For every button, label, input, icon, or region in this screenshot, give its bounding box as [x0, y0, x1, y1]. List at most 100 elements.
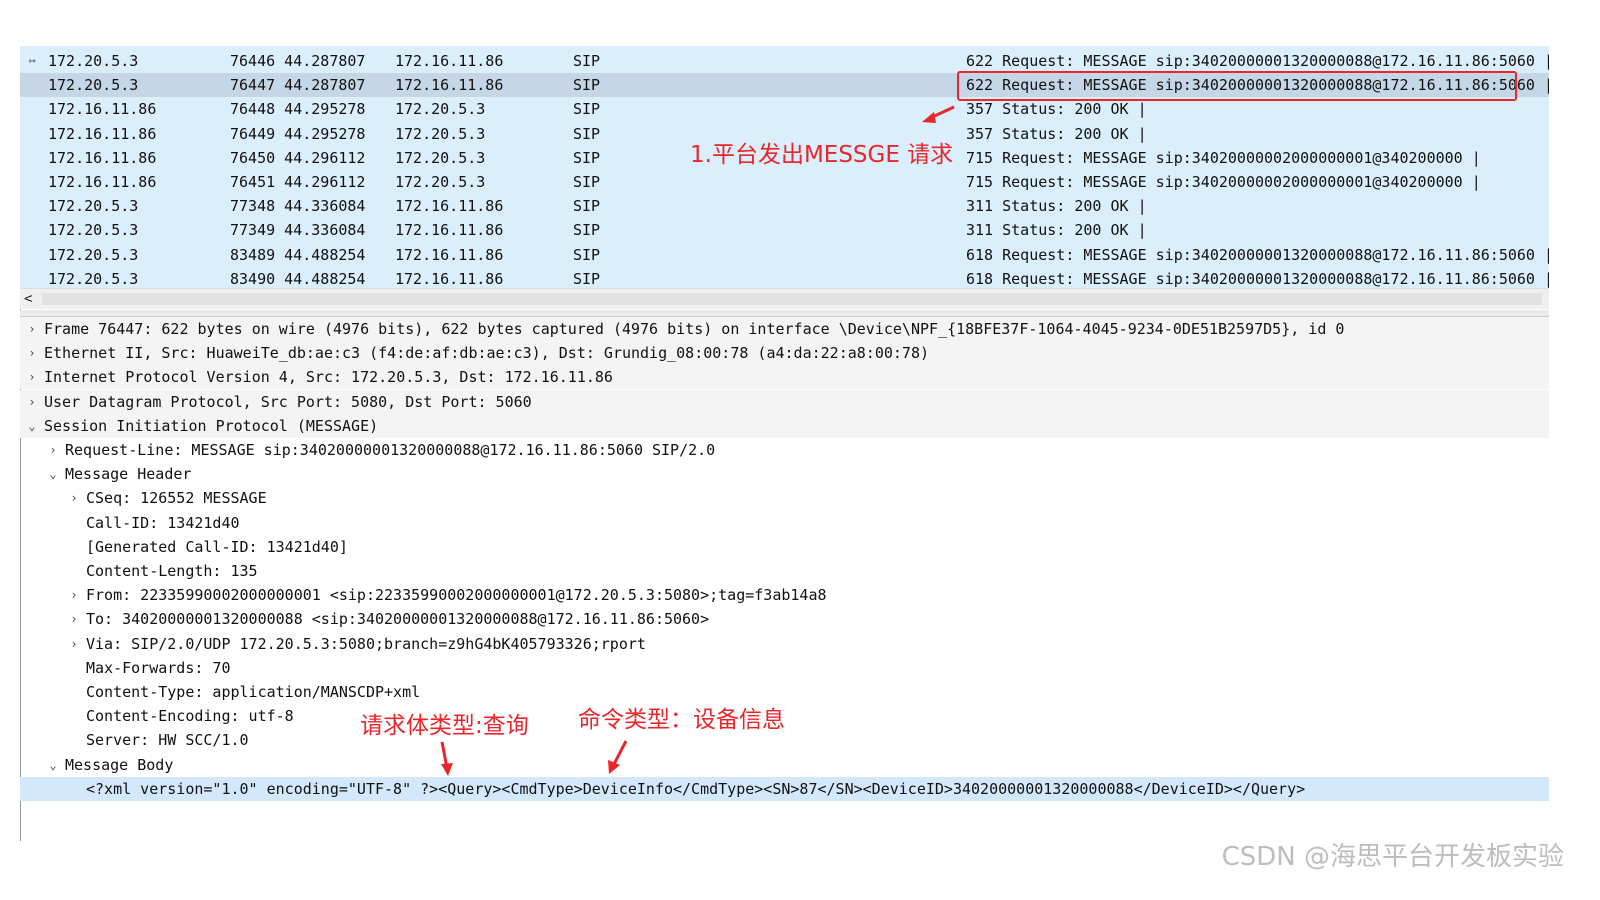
tree-row[interactable]: › Via: SIP/2.0/UDP 172.20.5.3:5080;branch…	[20, 632, 1549, 656]
tree-row[interactable]: › Internet Protocol Version 4, Src: 172.2…	[20, 365, 1549, 390]
protocol-cell: SIP	[573, 197, 601, 216]
source-cell: 172.20.5.3	[48, 76, 139, 95]
protocol-cell: SIP	[573, 52, 601, 70]
packet-row[interactable]: 172.16.11.86 76451 44.296112 172.20.5.3 SIP…	[20, 170, 1549, 194]
protocol-cell: SIP	[573, 76, 601, 95]
tree-row-label: Content-Length: 135	[86, 562, 258, 580]
info-cell: 311 Status: 200 OK |	[966, 197, 1147, 216]
scroll-left-arrow-icon[interactable]: <	[24, 289, 32, 309]
chevron-right-icon[interactable]: ›	[68, 583, 80, 607]
tree-row[interactable]: › User Datagram Protocol, Src Port: 5080,…	[20, 389, 1549, 414]
protocol-cell: SIP	[573, 245, 601, 264]
annotation-body-type: 请求体类型:查询	[360, 713, 529, 739]
packet-row[interactable]: 172.20.5.3 83490 44.488254 172.16.11.86 SIP…	[20, 266, 1549, 288]
tree-row-label: Internet Protocol Version 4, Src: 172.20…	[44, 368, 613, 387]
chevron-down-icon[interactable]: ⌄	[26, 414, 38, 438]
tree-row-label: From: 22335990002000000001 <sip:22335990…	[86, 586, 827, 605]
info-cell: 311 Status: 200 OK |	[966, 221, 1147, 240]
info-cell: 357 Status: 200 OK |	[966, 124, 1147, 143]
tree-row[interactable]: <?xml version="1.0" encoding="UTF-8" ?><…	[20, 776, 1549, 801]
number-time-cell: 76451 44.296112	[230, 173, 366, 191]
info-cell: 618 Request: MESSAGE sip:340200000013200…	[966, 245, 1549, 264]
chevron-right-icon[interactable]: ›	[68, 632, 80, 656]
tree-row-label: Call-ID: 13421d40	[86, 513, 240, 532]
tree-row-label: Content-Type: application/MANSCDP+xml	[86, 683, 421, 701]
tree-row[interactable]: Content-Length: 135	[20, 559, 1549, 583]
tree-row-label: Message Header	[65, 465, 192, 484]
related-packet-icon: ↦	[29, 54, 36, 67]
destination-cell: 172.16.11.86	[395, 221, 504, 240]
chevron-down-icon[interactable]: ⌄	[47, 753, 59, 777]
destination-cell: 172.16.11.86	[395, 76, 504, 95]
packet-row[interactable]: ↦ 172.20.5.3 76446 44.287807 172.16.11.86 SI…	[20, 49, 1549, 73]
protocol-cell: SIP	[573, 100, 601, 119]
tree-row[interactable]: › Ethernet II, Src: HuaweiTe_db:ae:c3 (f4…	[20, 341, 1549, 366]
chevron-right-icon[interactable]: ›	[68, 486, 80, 510]
number-time-cell: 76449 44.295278	[230, 124, 366, 143]
tree-row-label: Frame 76447: 622 bytes on wire (4976 bit…	[44, 320, 1345, 338]
info-cell: 715 Request: MESSAGE sip:340200000020000…	[966, 173, 1481, 191]
tree-row[interactable]: ⌄ Message Header	[20, 462, 1549, 486]
highlight-box	[957, 71, 1517, 101]
tree-row[interactable]: [Generated Call-ID: 13421d40]	[20, 535, 1549, 559]
packet-row[interactable]: 172.20.5.3 83489 44.488254 172.16.11.86 SIP…	[20, 242, 1549, 267]
destination-cell: 172.20.5.3	[395, 124, 486, 143]
annotation-arrow-icon	[608, 740, 628, 774]
tree-row[interactable]: › CSeq: 126552 MESSAGE	[20, 486, 1549, 510]
tree-row[interactable]: › From: 22335990002000000001 <sip:2233599…	[20, 583, 1549, 607]
tree-row[interactable]: › Request-Line: MESSAGE sip:3402000000132…	[20, 438, 1549, 462]
chevron-right-icon[interactable]: ›	[26, 341, 38, 365]
destination-cell: 172.20.5.3	[395, 173, 486, 191]
tree-row-label: Content-Encoding: utf-8	[86, 707, 294, 726]
source-cell: 172.16.11.86	[48, 173, 157, 191]
number-time-cell: 83489 44.488254	[230, 245, 366, 264]
packet-row[interactable]: 172.20.5.3 77349 44.336084 172.16.11.86 SIP…	[20, 218, 1549, 243]
source-cell: 172.20.5.3	[48, 197, 139, 216]
chevron-right-icon[interactable]: ›	[26, 317, 38, 341]
packet-row[interactable]: 172.20.5.3 77348 44.336084 172.16.11.86 SIP…	[20, 194, 1549, 219]
source-cell: 172.20.5.3	[48, 245, 139, 264]
number-time-cell: 76447 44.287807	[230, 76, 366, 95]
chevron-right-icon[interactable]: ›	[26, 365, 38, 389]
horizontal-scrollbar[interactable]: <	[20, 288, 1549, 309]
tree-row[interactable]: Max-Forwards: 70	[20, 656, 1549, 680]
chevron-down-icon[interactable]: ⌄	[47, 462, 59, 486]
annotation-platform-request: 1.平台发出MESSGE 请求	[690, 142, 954, 168]
info-cell: 618 Request: MESSAGE sip:340200000013200…	[966, 269, 1549, 288]
source-cell: 172.20.5.3	[48, 52, 139, 70]
pane-splitter[interactable]	[20, 310, 1549, 317]
annotation-cmd-type: 命令类型：设备信息	[578, 707, 785, 733]
chevron-right-icon[interactable]: ›	[68, 607, 80, 631]
destination-cell: 172.16.11.86	[395, 269, 504, 288]
destination-cell: 172.20.5.3	[395, 148, 486, 167]
tree-row-label: Max-Forwards: 70	[86, 658, 231, 677]
destination-cell: 172.16.11.86	[395, 52, 504, 70]
chevron-right-icon[interactable]: ›	[47, 438, 59, 462]
tree-row[interactable]: Call-ID: 13421d40	[20, 511, 1549, 535]
tree-row-label: Server: HW SCC/1.0	[86, 731, 249, 750]
protocol-cell: SIP	[573, 221, 601, 240]
packet-details-pane[interactable]: › Frame 76447: 622 bytes on wire (4976 bi…	[20, 317, 1549, 841]
number-time-cell: 76448 44.295278	[230, 100, 366, 119]
tree-row-label: Session Initiation Protocol (MESSAGE)	[44, 416, 379, 435]
tree-row[interactable]: ⌄ Message Body	[20, 753, 1549, 777]
tree-row-label: Ethernet II, Src: HuaweiTe_db:ae:c3 (f4:…	[44, 344, 930, 363]
tree-row[interactable]: ⌄ Session Initiation Protocol (MESSAGE)	[20, 413, 1549, 438]
number-time-cell: 77349 44.336084	[230, 221, 366, 240]
protocol-cell: SIP	[573, 173, 601, 191]
scrollbar-thumb[interactable]	[42, 293, 1542, 305]
destination-cell: 172.16.11.86	[395, 197, 504, 216]
tree-row[interactable]: › Frame 76447: 622 bytes on wire (4976 bi…	[20, 317, 1549, 341]
destination-cell: 172.20.5.3	[395, 100, 486, 119]
tree-row-label: To: 34020000001320000088 <sip:3402000000…	[86, 610, 710, 629]
tree-row-label: User Datagram Protocol, Src Port: 5080, …	[44, 392, 532, 411]
number-time-cell: 77348 44.336084	[230, 197, 366, 216]
tree-row[interactable]: › To: 34020000001320000088 <sip:340200000…	[20, 607, 1549, 631]
protocol-cell: SIP	[573, 148, 601, 167]
chevron-right-icon[interactable]: ›	[26, 390, 38, 414]
number-time-cell: 83490 44.488254	[230, 269, 366, 288]
source-cell: 172.20.5.3	[48, 269, 139, 288]
destination-cell: 172.16.11.86	[395, 245, 504, 264]
tree-row-label: <?xml version="1.0" encoding="UTF-8" ?><…	[86, 779, 1306, 798]
tree-row-label: Message Body	[65, 755, 174, 774]
